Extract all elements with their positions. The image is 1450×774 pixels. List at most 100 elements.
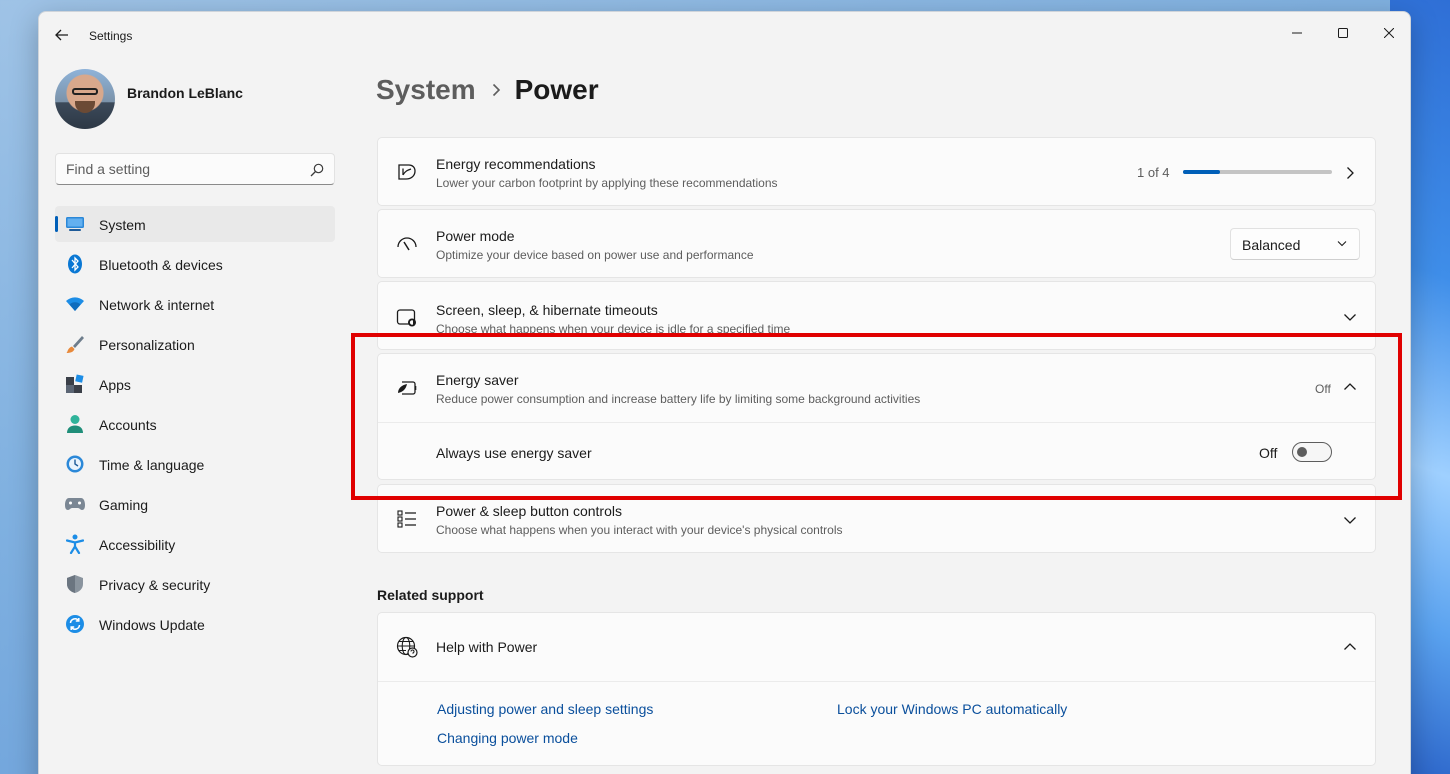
- sidebar-item-label: Personalization: [99, 337, 195, 353]
- always-energy-saver-toggle[interactable]: [1292, 442, 1332, 462]
- sidebar-item-label: Windows Update: [99, 617, 205, 633]
- chevron-down-icon: [1344, 517, 1356, 524]
- screen-sleep-card[interactable]: Screen, sleep, & hibernate timeouts Choo…: [377, 281, 1376, 350]
- toggle-knob: [1297, 447, 1307, 457]
- sidebar-item-label: Gaming: [99, 497, 149, 513]
- sidebar-item-label: Network & internet: [99, 297, 215, 313]
- user-profile[interactable]: Brandon LeBlanc: [55, 69, 345, 133]
- screen-sleep-title: Screen, sleep, & hibernate timeouts: [436, 302, 658, 318]
- breadcrumb: System Power: [376, 70, 599, 110]
- power-mode-card: Power mode Optimize your device based on…: [377, 209, 1376, 278]
- sidebar-item-time-language[interactable]: Time & language: [55, 446, 335, 482]
- help-link-lock-pc[interactable]: Lock your Windows PC automatically: [837, 701, 1067, 717]
- sidebar-item-label: Time & language: [99, 457, 205, 473]
- energy-recommendations-title: Energy recommendations: [436, 156, 596, 172]
- related-support-heading: Related support: [377, 587, 484, 603]
- sidebar-item-accessibility[interactable]: Accessibility: [55, 526, 335, 562]
- update-icon: [65, 615, 85, 633]
- bluetooth-icon: [65, 254, 85, 274]
- power-mode-icon: [396, 233, 418, 255]
- chevron-right-icon: [492, 83, 500, 97]
- chevron-right-icon: [1347, 167, 1354, 179]
- leaf-icon: [396, 161, 418, 183]
- energy-saver-header[interactable]: Energy saver Reduce power consumption an…: [378, 354, 1375, 422]
- energy-saver-description: Reduce power consumption and increase ba…: [436, 392, 921, 406]
- sidebar-item-windows-update[interactable]: Windows Update: [55, 606, 335, 642]
- energy-saver-card: Energy saver Reduce power consumption an…: [377, 353, 1376, 480]
- screen-sleep-description: Choose what happens when your device is …: [436, 322, 791, 336]
- sidebar-item-privacy-security[interactable]: Privacy & security: [55, 566, 335, 602]
- sidebar-nav: System Bluetooth & devices Network & int…: [55, 206, 335, 646]
- arrow-left-icon: [55, 29, 68, 41]
- search-icon[interactable]: [310, 163, 324, 177]
- power-mode-dropdown[interactable]: Balanced: [1230, 228, 1360, 260]
- profile-name: Brandon LeBlanc: [127, 85, 243, 101]
- shield-icon: [65, 575, 85, 593]
- wifi-icon: [65, 295, 85, 313]
- screen-sleep-icon: [396, 307, 418, 329]
- sidebar-item-label: Accounts: [99, 417, 157, 433]
- power-mode-description: Optimize your device based on power use …: [436, 248, 754, 262]
- avatar: [55, 69, 115, 129]
- energy-recommendations-description: Lower your carbon footprint by applying …: [436, 176, 778, 190]
- sidebar-item-bluetooth[interactable]: Bluetooth & devices: [55, 246, 335, 282]
- power-buttons-card[interactable]: Power & sleep button controls Choose wha…: [377, 484, 1376, 553]
- sidebar-item-system[interactable]: System: [55, 206, 335, 242]
- back-button[interactable]: [51, 24, 73, 46]
- help-link-power-mode[interactable]: Changing power mode: [437, 730, 578, 746]
- sidebar-item-network[interactable]: Network & internet: [55, 286, 335, 322]
- maximize-icon: [1338, 28, 1348, 38]
- toggle-state-label: Off: [1259, 445, 1278, 461]
- energy-recommendations-card[interactable]: Energy recommendations Lower your carbon…: [377, 137, 1376, 206]
- sidebar-item-label: Privacy & security: [99, 577, 211, 593]
- accounts-icon: [65, 415, 85, 433]
- energy-saver-icon: [396, 377, 418, 399]
- breadcrumb-parent[interactable]: System: [376, 74, 476, 106]
- sidebar-item-personalization[interactable]: Personalization: [55, 326, 335, 362]
- minimize-icon: [1292, 32, 1302, 34]
- power-buttons-description: Choose what happens when you interact wi…: [436, 523, 843, 537]
- title-bar: Settings: [39, 12, 1410, 58]
- energy-saver-state: Off: [1315, 382, 1331, 396]
- system-icon: [65, 215, 85, 233]
- time-language-icon: [65, 455, 85, 473]
- apps-icon: [65, 374, 85, 393]
- sidebar-item-label: Accessibility: [99, 537, 176, 553]
- globe-icon: [396, 636, 418, 658]
- energy-saver-title: Energy saver: [436, 372, 519, 388]
- always-energy-saver-label: Always use energy saver: [436, 445, 592, 461]
- help-header[interactable]: Help with Power: [378, 613, 1375, 681]
- power-mode-title: Power mode: [436, 228, 515, 244]
- close-button[interactable]: [1366, 18, 1410, 48]
- divider: [378, 681, 1375, 682]
- sidebar-item-apps[interactable]: Apps: [55, 366, 335, 402]
- help-link-power-sleep[interactable]: Adjusting power and sleep settings: [437, 701, 653, 717]
- chevron-down-icon: [1344, 314, 1356, 321]
- search-box: [55, 153, 335, 185]
- chevron-down-icon: [1337, 241, 1347, 247]
- sidebar-item-accounts[interactable]: Accounts: [55, 406, 335, 442]
- list-icon: [396, 508, 418, 530]
- help-title: Help with Power: [436, 639, 538, 655]
- sidebar-item-label: System: [99, 217, 146, 233]
- help-card: Help with Power Adjusting power and slee…: [377, 612, 1376, 766]
- brush-icon: [65, 335, 85, 353]
- progress-label: 1 of 4: [1137, 165, 1170, 180]
- gaming-icon: [65, 495, 85, 513]
- settings-window: Settings Brandon LeBlanc System: [38, 11, 1411, 774]
- close-icon: [1384, 28, 1394, 38]
- sidebar-item-gaming[interactable]: Gaming: [55, 486, 335, 522]
- minimize-button[interactable]: [1274, 18, 1320, 48]
- always-energy-saver-row: Always use energy saver Off: [378, 423, 1375, 481]
- sidebar-item-label: Apps: [99, 377, 131, 393]
- progress-fill: [1183, 170, 1221, 174]
- app-title: Settings: [89, 29, 133, 43]
- maximize-button[interactable]: [1320, 18, 1366, 48]
- sidebar-item-label: Bluetooth & devices: [99, 257, 223, 273]
- chevron-up-icon: [1344, 643, 1356, 650]
- accessibility-icon: [65, 534, 85, 554]
- chevron-up-icon: [1344, 383, 1356, 390]
- search-input[interactable]: [66, 154, 296, 184]
- power-buttons-title: Power & sleep button controls: [436, 503, 622, 519]
- progress-bar: [1183, 170, 1332, 174]
